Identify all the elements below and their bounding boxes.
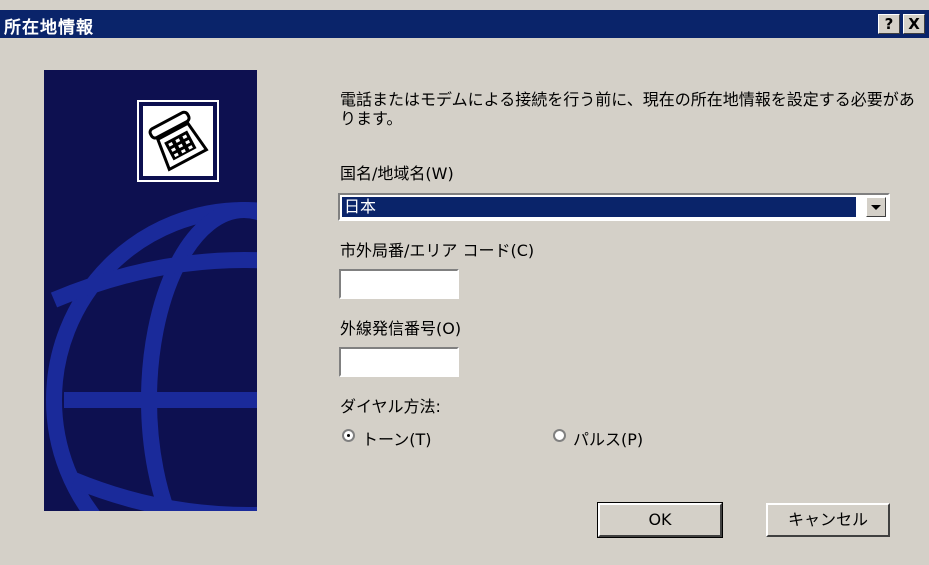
help-icon[interactable]: ?	[878, 14, 900, 34]
side-graphic-panel	[44, 70, 257, 511]
radio-tone-circle[interactable]	[342, 429, 355, 442]
country-label: 国名/地域名(W)	[340, 164, 454, 183]
outside-line-label: 外線発信番号(O)	[340, 319, 462, 338]
window-title: 所在地情報	[4, 18, 94, 38]
country-select[interactable]: 日本	[338, 193, 890, 221]
title-bar[interactable]: 所在地情報 ? X	[0, 10, 929, 38]
area-code-label: 市外局番/エリア コード(C)	[340, 241, 535, 260]
ok-button[interactable]: OK	[597, 502, 723, 538]
area-code-input[interactable]	[339, 269, 459, 299]
radio-selected-dot	[347, 434, 350, 437]
radio-pulse-circle[interactable]	[553, 429, 566, 442]
dial-method-label: ダイヤル方法:	[340, 397, 441, 416]
telephone-icon	[148, 110, 209, 172]
location-info-dialog: 所在地情報 ? X 電話またはモデムによる接続を行う前に、現在の所在地情報を設定…	[0, 0, 929, 565]
dropdown-arrow-icon[interactable]	[866, 197, 886, 217]
radio-tone-label[interactable]: トーン(T)	[362, 426, 431, 450]
outside-line-input[interactable]	[339, 347, 459, 377]
radio-pulse-label[interactable]: パルス(P)	[573, 426, 643, 450]
cancel-button[interactable]: キャンセル	[766, 503, 890, 537]
close-icon[interactable]: X	[903, 14, 925, 34]
telephone-icon-frame	[137, 100, 219, 182]
intro-text: 電話またはモデムによる接続を行う前に、現在の所在地情報を設定する必要があります。	[340, 90, 915, 128]
country-selected-value: 日本	[342, 197, 856, 217]
